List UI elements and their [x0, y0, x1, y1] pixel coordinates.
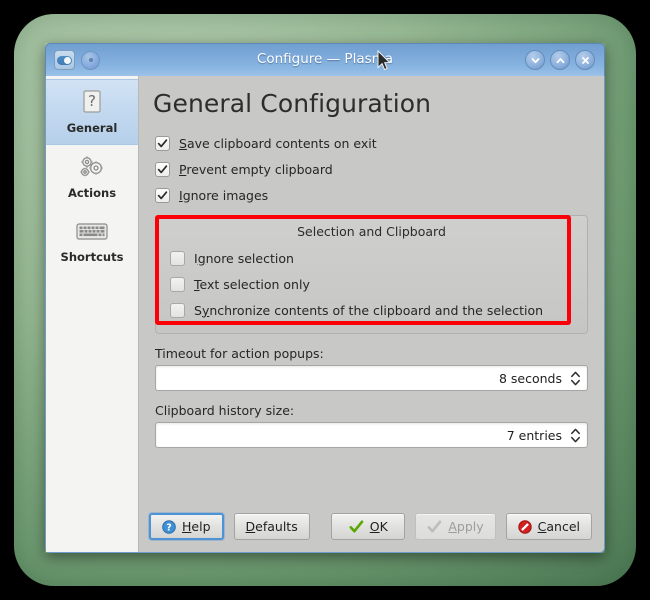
help-icon: ? — [162, 519, 176, 534]
sidebar-item-label: Actions — [67, 186, 117, 200]
ok-button-label: OK — [369, 519, 388, 534]
titlebar[interactable]: Configure — Plasma — [45, 43, 605, 76]
window-title: Configure — Plasma — [256, 51, 394, 67]
selection-and-clipboard-group-wrapper: Selection and Clipboard Ignore selection… — [155, 215, 588, 334]
defaults-button[interactable]: Defaults — [233, 513, 310, 540]
chevron-down-icon[interactable] — [525, 50, 545, 70]
svg-text:?: ? — [166, 522, 172, 533]
titlebar-buttons — [525, 50, 595, 70]
question-mark-icon: ? — [80, 88, 104, 118]
checkbox-box — [170, 276, 185, 292]
chevron-up-icon — [571, 371, 580, 377]
apply-button-label: Apply — [448, 519, 484, 534]
checkbox-text-selection-only[interactable]: Text selection only — [170, 271, 579, 297]
checkbox-label: Prevent empty clipboard — [179, 161, 333, 177]
sidebar-item-label: Shortcuts — [60, 250, 124, 264]
configure-dialog-window: Configure — Plasma ? General Actions Sho… — [45, 43, 605, 553]
check-icon — [157, 138, 168, 147]
checkbox-label: Ignore selection — [194, 250, 294, 266]
checkbox-box — [170, 250, 185, 266]
cancel-icon — [517, 519, 532, 534]
help-button-label: Help — [182, 519, 211, 534]
history-size-spinbox[interactable]: 7 entries — [155, 422, 588, 448]
spinner-arrows[interactable] — [570, 428, 581, 443]
titlebar-left-controls — [54, 50, 100, 70]
gears-icon — [76, 153, 108, 183]
checkbox-box — [155, 187, 170, 203]
check-icon — [427, 520, 442, 532]
titlebar-circle-icon[interactable] — [81, 50, 100, 70]
chevron-up-icon[interactable] — [550, 50, 570, 70]
dialog-action-buttons: OK Apply Cancel — [331, 513, 592, 540]
checkbox-box — [170, 302, 185, 318]
help-button[interactable]: ? Help — [149, 513, 224, 540]
checkbox-label: Ignore images — [179, 187, 269, 203]
chevron-down-icon — [571, 379, 580, 385]
close-icon[interactable] — [575, 50, 595, 70]
chevron-down-icon — [571, 436, 580, 442]
check-icon — [157, 190, 168, 199]
dialog-button-bar: ? Help Defaults OK Apply Cancel — [149, 513, 592, 540]
history-size-value: 7 entries — [506, 427, 562, 443]
group-title: Selection and Clipboard — [297, 224, 446, 239]
sidebar-item-shortcuts[interactable]: Shortcuts — [46, 209, 138, 273]
defaults-button-label: Defaults — [245, 519, 298, 534]
main-pane: General Configuration Save clipboard con… — [139, 76, 604, 552]
checkbox-save-clipboard-contents-on-exit[interactable]: Save clipboard contents on exit — [155, 130, 592, 156]
page-title: General Configuration — [153, 89, 432, 118]
sidebar: ? General Actions Shortcuts — [46, 76, 139, 552]
timeout-spinbox[interactable]: 8 seconds — [155, 365, 588, 391]
history-size-field-label: Clipboard history size: — [155, 403, 295, 418]
apply-button[interactable]: Apply — [415, 513, 496, 540]
chevron-up-icon — [571, 428, 580, 434]
cancel-button[interactable]: Cancel — [505, 513, 592, 540]
sidebar-item-general[interactable]: ? General — [46, 79, 138, 145]
sidebar-item-actions[interactable]: Actions — [46, 145, 138, 209]
desktop-background: Configure — Plasma ? General Actions Sho… — [0, 0, 650, 600]
window-menu-pill — [57, 55, 72, 65]
check-icon — [349, 520, 364, 532]
svg-text:?: ? — [88, 92, 96, 110]
checkbox-label: Synchronize contents of the clipboard an… — [194, 302, 544, 318]
spinner-arrows[interactable] — [570, 371, 581, 386]
timeout-value: 8 seconds — [498, 370, 562, 386]
checkbox-ignore-images[interactable]: Ignore images — [155, 182, 592, 208]
keyboard-icon — [75, 217, 109, 247]
check-icon — [157, 164, 168, 173]
timeout-field-label: Timeout for action popups: — [155, 346, 324, 361]
checkbox-box — [155, 135, 170, 151]
checkbox-label: Save clipboard contents on exit — [179, 135, 377, 151]
checkbox-synchronize-clipboard-and-selection[interactable]: Synchronize contents of the clipboard an… — [170, 297, 579, 323]
checkbox-prevent-empty-clipboard[interactable]: Prevent empty clipboard — [155, 156, 592, 182]
sidebar-item-label: General — [66, 121, 118, 135]
dialog-body: ? General Actions Shortcuts General Conf… — [45, 76, 605, 553]
checkbox-ignore-selection[interactable]: Ignore selection — [170, 245, 579, 271]
window-menu-icon[interactable] — [54, 50, 75, 70]
selection-and-clipboard-group: Selection and Clipboard Ignore selection… — [155, 215, 588, 334]
checkbox-label: Text selection only — [194, 276, 310, 292]
cancel-button-label: Cancel — [537, 519, 580, 534]
ok-button[interactable]: OK — [331, 513, 406, 540]
checkbox-box — [155, 161, 170, 177]
